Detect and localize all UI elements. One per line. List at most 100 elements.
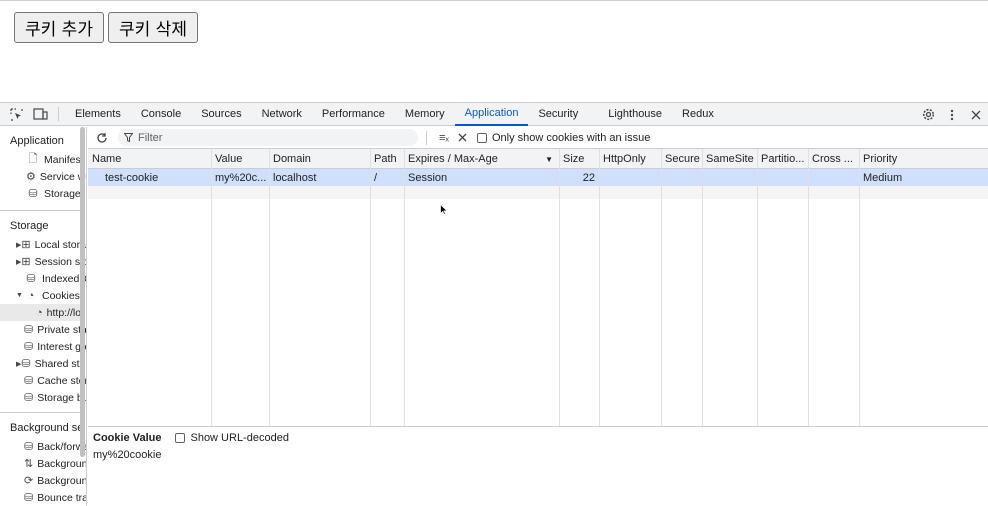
devtools-toolbar: Elements Console Sources Network Perform… [0, 102, 988, 126]
cell-domain: localhost [273, 171, 317, 184]
cell-samesite [702, 169, 757, 186]
sidebar-item-storage[interactable]: ⛁ Storage [26, 185, 86, 202]
column-divider [370, 149, 371, 426]
database-icon: ⛁ [21, 358, 31, 370]
filter-input[interactable]: Filter [118, 129, 418, 146]
refresh-icon[interactable] [90, 127, 114, 149]
sidebar-header-storage: Storage [10, 220, 49, 232]
cell-cross-site [808, 169, 859, 186]
sidebar-item-interest-groups[interactable]: ⛁Interest groups [24, 338, 86, 355]
clear-all-icon[interactable]: ≡ₓ [435, 127, 453, 149]
filter-placeholder: Filter [138, 131, 163, 144]
sidebar-divider [0, 412, 80, 413]
sidebar-item-storage-buckets[interactable]: ⛁Storage buckets [24, 389, 86, 406]
column-divider [808, 149, 809, 426]
sidebar-divider [0, 210, 80, 211]
column-header-cross-site[interactable]: Cross ... [808, 149, 859, 169]
tab-sources[interactable]: Sources [191, 103, 251, 126]
sync-icon: ⟳ [24, 475, 34, 487]
sidebar-item-private-state-tokens[interactable]: ⛁Private state tokens [24, 321, 86, 338]
table-icon: ⊞ [21, 256, 31, 268]
cookie-icon: ◔ [27, 289, 35, 302]
sidebar-header-background: Background services [10, 422, 80, 434]
database-icon: ⛁ [24, 392, 34, 404]
delete-cookie-button[interactable]: 쿠키 삭제 [108, 12, 198, 43]
cell-size: 22 [582, 171, 595, 184]
sidebar-scrollbar[interactable] [80, 127, 85, 457]
column-divider [702, 149, 703, 426]
sidebar-item-local-storage[interactable]: ▶⊞Local storage [16, 236, 86, 253]
sidebar-item-localhost-cookies[interactable]: ◔http://localhost [0, 304, 80, 321]
sidebar-item-label: Background fetch [37, 457, 87, 470]
column-header-path[interactable]: Path [370, 149, 404, 169]
cookie-value-panel: Cookie Value Show URL-decoded my%20cooki… [88, 428, 988, 506]
delete-selected-icon[interactable] [453, 127, 471, 149]
more-options-icon[interactable] [940, 104, 964, 126]
device-toggle-icon[interactable] [28, 103, 52, 125]
cookie-icon: ◔ [36, 306, 43, 319]
sidebar-item-label: Background sync [37, 474, 87, 487]
column-divider [404, 149, 405, 426]
close-icon[interactable] [964, 104, 988, 126]
show-url-decoded-label: Show URL-decoded [190, 432, 289, 444]
tab-lighthouse[interactable]: Lighthouse [598, 103, 672, 126]
devtools-panel: Elements Console Sources Network Perform… [0, 102, 988, 506]
database-icon: ⛁ [24, 441, 34, 453]
column-header-samesite[interactable]: SameSite [702, 149, 757, 169]
sidebar-item-cache-storage[interactable]: ⛁Cache storage [24, 372, 86, 389]
cookies-filter-bar: Filter ≡ₓ Only show cookies with an issu… [88, 127, 988, 149]
sidebar-item-label: Cookies [42, 289, 80, 302]
sidebar-item-cookies[interactable]: ▼ ◔ Cookies [16, 287, 86, 304]
show-url-decoded-checkbox[interactable] [175, 433, 186, 443]
cookie-value-title: Cookie Value [93, 432, 162, 444]
column-header-domain[interactable]: Domain [269, 149, 370, 169]
tab-performance[interactable]: Performance [312, 103, 395, 126]
sidebar-header-application: Application [10, 135, 64, 147]
sidebar-item-label: http://localhost [46, 306, 80, 319]
tab-security[interactable]: Security [528, 103, 588, 126]
column-header-httponly[interactable]: HttpOnly [599, 149, 661, 169]
only-issues-checkbox[interactable] [477, 132, 487, 143]
sidebar-item-session-storage[interactable]: ▶⊞Session storage [16, 253, 86, 270]
column-divider [269, 149, 270, 426]
column-divider [757, 149, 758, 426]
tab-elements[interactable]: Elements [65, 103, 131, 126]
sidebar-item-shared-storage[interactable]: ▶⛁Shared storage [16, 355, 86, 372]
column-header-secure[interactable]: Secure [661, 149, 702, 169]
column-header-value[interactable]: Value [211, 149, 269, 169]
toolbar-divider [58, 107, 59, 121]
database-icon: ⛁ [28, 188, 38, 200]
tab-network[interactable]: Network [252, 103, 312, 126]
column-divider [559, 149, 560, 426]
sidebar-item-service-workers[interactable]: ⚙Service workers [26, 168, 86, 185]
table-row[interactable]: test-cookie my%20c... localhost / Sessio… [88, 169, 988, 186]
sidebar-item-background-fetch[interactable]: ⇅Background fetch [24, 455, 87, 472]
tab-redux[interactable]: Redux [672, 103, 724, 126]
tab-console[interactable]: Console [131, 103, 191, 126]
cell-path: / [374, 171, 378, 184]
sidebar-item-manifest[interactable]: 🗋 Manifest [26, 151, 86, 168]
column-divider [661, 149, 662, 426]
inspect-element-icon[interactable] [4, 103, 28, 125]
sidebar-item-label: Bounce tracking mitigations [37, 491, 86, 504]
column-header-name[interactable]: Name [88, 149, 211, 169]
sidebar-item-indexeddb[interactable]: ⛁IndexedDB [24, 270, 86, 287]
sidebar-item-background-sync[interactable]: ⟳Background sync [24, 472, 87, 489]
tab-memory[interactable]: Memory [395, 103, 455, 126]
column-header-priority[interactable]: Priority [859, 149, 988, 169]
column-header-partition-key[interactable]: Partitio... [757, 149, 808, 169]
add-cookie-button[interactable]: 쿠키 추가 [14, 12, 104, 43]
collapse-arrow-icon[interactable]: ▼ [16, 292, 24, 299]
sidebar-item-back-forward-cache[interactable]: ⛁Back/forward cache [24, 438, 86, 455]
cookie-value-text: my%20cookie [93, 449, 162, 461]
tab-application[interactable]: Application [454, 103, 529, 126]
gears-icon: ⚙ [26, 171, 36, 183]
filter-funnel-icon [124, 133, 133, 142]
sort-descending-icon: ▼ [545, 154, 553, 164]
sidebar-item-bounce-tracking[interactable]: ⛁Bounce tracking mitigations [24, 489, 86, 506]
cell-partition-key [757, 169, 808, 186]
column-header-expires[interactable]: Expires / Max-Age ▼ [404, 149, 559, 169]
settings-gear-icon[interactable] [916, 104, 940, 126]
cookies-table: Name Value Domain Path Expires / Max-Age… [88, 149, 988, 427]
column-header-size[interactable]: Size [559, 149, 599, 169]
